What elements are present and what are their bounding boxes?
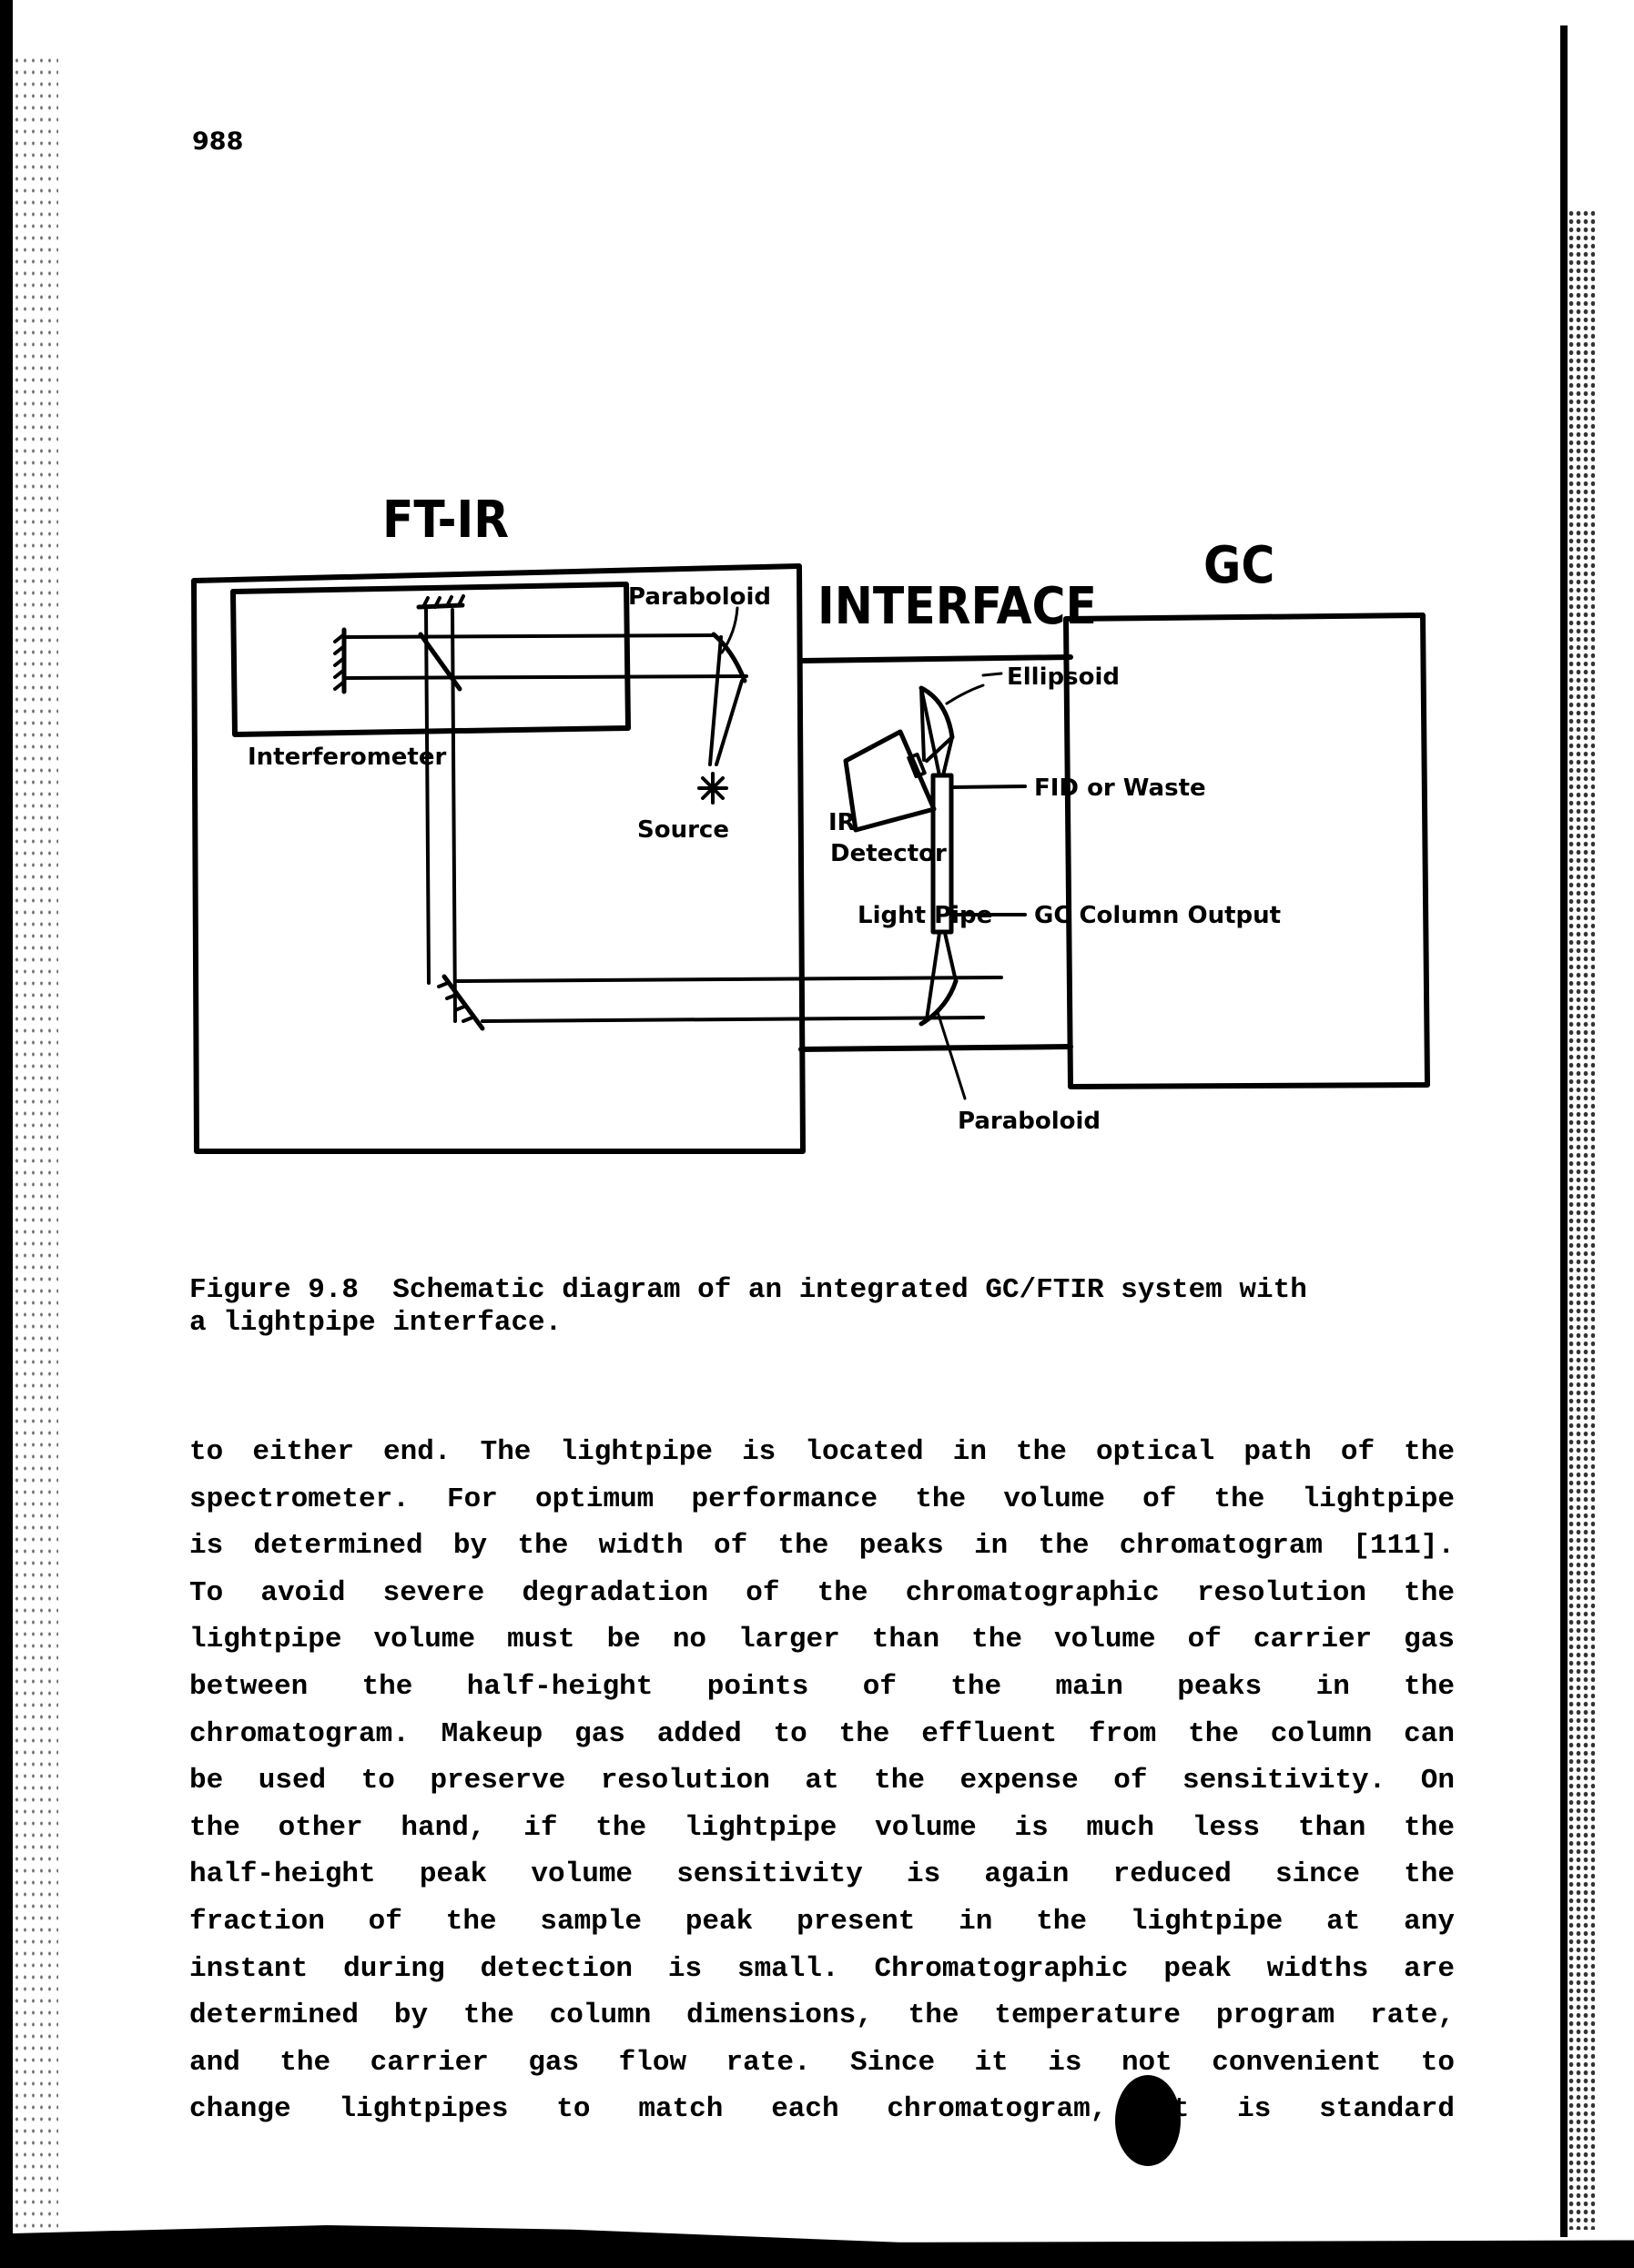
label-light-pipe: Light Pipe: [858, 902, 992, 929]
interface-top: [798, 654, 1073, 663]
label-fid-or-waste: FID or Waste: [1034, 775, 1206, 802]
label-gc-column-output: GC Column Output: [1034, 902, 1281, 929]
gc-box: [1063, 613, 1430, 1089]
body-line: half-height peak volume sensitivity is a…: [189, 1858, 1455, 1891]
ftir-title: FT-IR: [382, 491, 509, 550]
caption-line: Figure 9.8 Schematic diagram of an integ…: [189, 1274, 1307, 1306]
body-paragraph: to either end. The lightpipe is located …: [189, 1429, 1455, 2133]
interface-bottom: [798, 1044, 1073, 1052]
scan-edge-bottom: [0, 2225, 1634, 2268]
body-line: instant during detection is small. Chrom…: [189, 1952, 1455, 1985]
label-paraboloid-bottom: Paraboloid: [958, 1108, 1101, 1135]
label-paraboloid-top: Paraboloid: [628, 583, 771, 611]
ink-blot-artifact: [1115, 2075, 1181, 2166]
label-interferometer: Interferometer: [248, 744, 446, 771]
label-source: Source: [637, 816, 729, 844]
body-line: the other hand, if the lightpipe volume …: [189, 1811, 1455, 1844]
body-line: To avoid severe degradation of the chrom…: [189, 1576, 1455, 1609]
body-line: to either end. The lightpipe is located …: [189, 1436, 1455, 1468]
source-icon: [697, 772, 728, 805]
caption-line: a lightpipe interface.: [189, 1307, 563, 1339]
body-line: determined by the column dimensions, the…: [189, 2000, 1455, 2032]
label-ellipsoid: Ellipsoid: [1007, 663, 1120, 691]
body-line: lightpipe volume must be no larger than …: [189, 1624, 1455, 1656]
body-line: change lightpipes to match each chromato…: [189, 2093, 1455, 2126]
ir-detector-box: [843, 729, 937, 833]
gc-ftir-schematic-diagram: FT-IR INTERFACE GC Paraboloid Interferom…: [191, 491, 1430, 1154]
gc-title: GC: [1203, 536, 1274, 595]
label-detector: Detector: [830, 840, 947, 867]
body-line: between the half-height points of the ma…: [189, 1670, 1455, 1703]
label-ir: IR: [828, 809, 856, 836]
ftir-box: [191, 563, 806, 1154]
body-line: chromatogram. Makeup gas added to the ef…: [189, 1717, 1455, 1750]
interface-title: INTERFACE: [817, 577, 1097, 636]
body-line: fraction of the sample peak present in t…: [189, 1905, 1455, 1938]
body-line: spectrometer. For optimum performance th…: [189, 1483, 1455, 1515]
body-line: and the carrier gas flow rate. Since it …: [189, 2046, 1455, 2079]
body-line: is determined by the width of the peaks …: [189, 1530, 1455, 1563]
body-line: be used to preserve resolution at the ex…: [189, 1765, 1455, 1797]
figure-caption: Figure 9.8 Schematic diagram of an integ…: [189, 1274, 1455, 1340]
